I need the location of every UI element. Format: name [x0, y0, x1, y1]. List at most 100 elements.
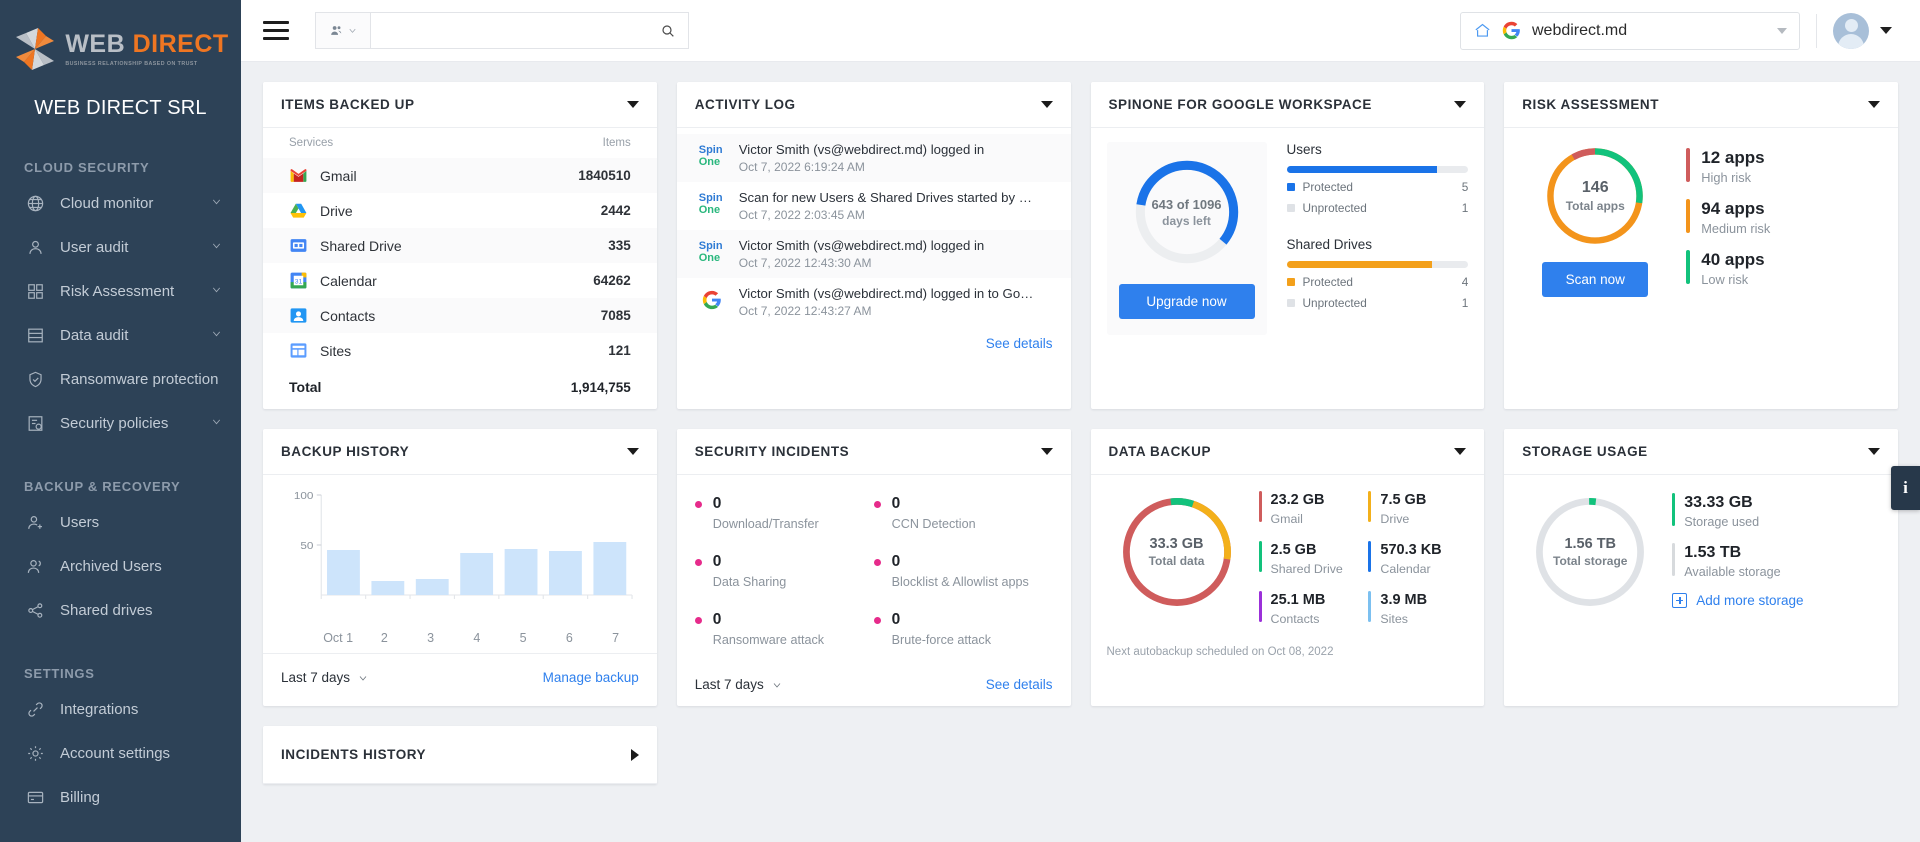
- sidebar-item-label: Shared drives: [60, 601, 153, 619]
- incident-grid: 0 Download/Transfer 0 CCN Detection 0 Da…: [677, 475, 1071, 663]
- total-value: 1,914,755: [570, 379, 631, 395]
- sidebar-item-security-policies[interactable]: Security policies: [0, 401, 241, 445]
- google-icon: [1502, 21, 1520, 40]
- column-header-items: Items: [602, 137, 631, 149]
- chart-bar[interactable]: [593, 542, 627, 595]
- risk-value: 40 apps: [1701, 250, 1765, 269]
- chevron-down-icon[interactable]: [1454, 448, 1467, 455]
- sidebar-item-cloud-monitor[interactable]: Cloud monitor: [0, 181, 241, 225]
- table-row-total: Total 1,914,755: [263, 368, 657, 409]
- chevron-down-icon[interactable]: [1040, 448, 1053, 455]
- table-row[interactable]: Shared Drive 335: [263, 228, 657, 263]
- brand-logo: WEB DIRECT BUSINESS RELATIONSHIP BASED O…: [0, 18, 241, 80]
- sidebar-item-label: Risk Assessment: [60, 282, 175, 300]
- chevron-right-icon[interactable]: [630, 748, 639, 761]
- storage-donut-panel: 1.56 TB Total storage: [1520, 489, 1660, 611]
- sidebar-item-account-settings[interactable]: Account settings: [0, 731, 241, 775]
- card-title: INCIDENTS HISTORY: [281, 747, 427, 762]
- activity-time: Oct 7, 2022 2:03:45 AM: [738, 208, 865, 222]
- hamburger-icon[interactable]: [259, 14, 293, 48]
- list-item[interactable]: Spin One Scan for new Users & Shared Driv…: [677, 182, 1071, 230]
- sidebar-item-shared-drives[interactable]: Shared drives: [0, 588, 241, 632]
- pinwheel-logo-icon: [12, 27, 58, 71]
- sidebar: WEB DIRECT BUSINESS RELATIONSHIP BASED O…: [0, 0, 241, 842]
- chevron-down-icon[interactable]: [210, 415, 223, 431]
- sidebar-item-user-audit[interactable]: User audit: [0, 225, 241, 269]
- sidebar-item-label: Archived Users: [60, 557, 162, 575]
- info-tab-button[interactable]: i: [1891, 466, 1920, 510]
- chart-x-tick-label: Oct 1: [323, 631, 354, 645]
- date-range-selector[interactable]: Last 7 days: [695, 677, 783, 692]
- chevron-down-icon[interactable]: [1868, 101, 1880, 108]
- table-row[interactable]: Drive 2442: [263, 193, 657, 228]
- sidebar-item-label: Cloud monitor: [60, 194, 154, 212]
- chevron-down-icon[interactable]: [626, 448, 639, 455]
- table-row[interactable]: Gmail 1840510: [263, 158, 657, 193]
- sidebar-item-data-audit[interactable]: Data audit: [0, 313, 241, 357]
- incident-count: 0: [712, 553, 722, 570]
- chevron-down-icon[interactable]: [210, 239, 223, 255]
- chart-bar[interactable]: [504, 549, 538, 595]
- risk-label: Medium risk: [1701, 221, 1771, 236]
- chevron-down-icon[interactable]: [1454, 101, 1467, 108]
- storage-label: Storage used: [1684, 515, 1760, 530]
- domain-selector[interactable]: webdirect.md: [1460, 11, 1800, 50]
- sidebar-item-users[interactable]: Users: [0, 500, 241, 544]
- chevron-down-icon[interactable]: [1880, 27, 1892, 34]
- search-icon[interactable]: [660, 23, 676, 39]
- chevron-down-icon[interactable]: [210, 195, 223, 211]
- chevron-down-icon[interactable]: [1868, 448, 1880, 455]
- total-data-value: 33.3 GB: [1149, 536, 1204, 552]
- date-range-selector[interactable]: Last 7 days: [281, 670, 369, 685]
- manage-backup-link[interactable]: Manage backup: [543, 670, 639, 685]
- chart-x-tick-label: 5: [519, 631, 527, 645]
- avatar[interactable]: [1833, 12, 1869, 49]
- list-item[interactable]: Spin One Victor Smith (vs@webdirect.md) l…: [676, 230, 1071, 278]
- storage-color-bar: [1672, 493, 1676, 526]
- date-range-label: Last 7 days: [281, 670, 351, 685]
- service-items-count: 7085: [492, 298, 657, 333]
- incident-label: Blocklist & Allowlist apps: [891, 575, 1029, 589]
- chevron-down-icon[interactable]: [1040, 101, 1053, 108]
- card-header[interactable]: INCIDENTS HISTORY: [263, 726, 657, 784]
- see-details-link[interactable]: See details: [986, 336, 1053, 351]
- chart-bar[interactable]: [549, 551, 582, 595]
- incident-count: 0: [712, 495, 722, 512]
- chevron-down-icon[interactable]: [210, 283, 223, 299]
- sidebar-item-archived-users[interactable]: Archived Users: [0, 544, 241, 588]
- chart-bar[interactable]: [460, 553, 494, 595]
- chevron-down-icon[interactable]: [626, 101, 639, 108]
- data-donut-panel: 33.3 GB Total data: [1107, 489, 1247, 628]
- chart-bar[interactable]: [415, 579, 449, 595]
- risk-item-low: 40 apps Low risk: [1686, 250, 1878, 287]
- incident-label: Brute-force attack: [891, 633, 992, 647]
- spinone-logo-icon: Spin One: [698, 192, 723, 217]
- legend-label: Protected: [1302, 180, 1354, 194]
- sidebar-item-integrations[interactable]: Integrations: [0, 687, 241, 731]
- chevron-down-icon[interactable]: [1777, 27, 1787, 34]
- sidebar-item-label: Billing: [60, 788, 101, 806]
- chart-bar[interactable]: [327, 550, 360, 595]
- see-details-link[interactable]: See details: [986, 677, 1053, 692]
- sidebar-item-ransomware-protection[interactable]: Ransomware protection: [0, 357, 241, 401]
- card-title: RISK ASSESSMENT: [1522, 97, 1660, 112]
- list-item[interactable]: Spin One Victor Smith (vs@webdirect.md) l…: [676, 134, 1071, 182]
- table-row[interactable]: 31 Calendar 64262: [263, 263, 657, 298]
- sidebar-item-risk-assessment[interactable]: Risk Assessment: [0, 269, 241, 313]
- list-item[interactable]: Victor Smith (vs@webdirect.md) logged in…: [677, 278, 1071, 326]
- search-input[interactable]: [383, 22, 660, 39]
- chevron-down-icon[interactable]: [210, 327, 223, 343]
- search-scope-selector[interactable]: [315, 12, 371, 49]
- add-more-storage-link[interactable]: Add more storage: [1672, 593, 1884, 609]
- upgrade-now-button[interactable]: Upgrade now: [1118, 284, 1255, 319]
- legend-value: 1: [1461, 296, 1469, 310]
- table-row[interactable]: Contacts 7085: [263, 298, 657, 333]
- protection-summary: Users Protected 5 Unprotected 1 Shared D…: [1277, 142, 1469, 335]
- table-row[interactable]: Sites 121: [263, 333, 657, 368]
- chart-bar[interactable]: [371, 581, 405, 595]
- scan-now-button[interactable]: Scan now: [1542, 262, 1649, 297]
- search-field[interactable]: [371, 12, 689, 49]
- risk-color-bar: [1686, 148, 1691, 182]
- sidebar-item-billing[interactable]: Billing: [0, 775, 241, 819]
- search-bar: [315, 12, 689, 49]
